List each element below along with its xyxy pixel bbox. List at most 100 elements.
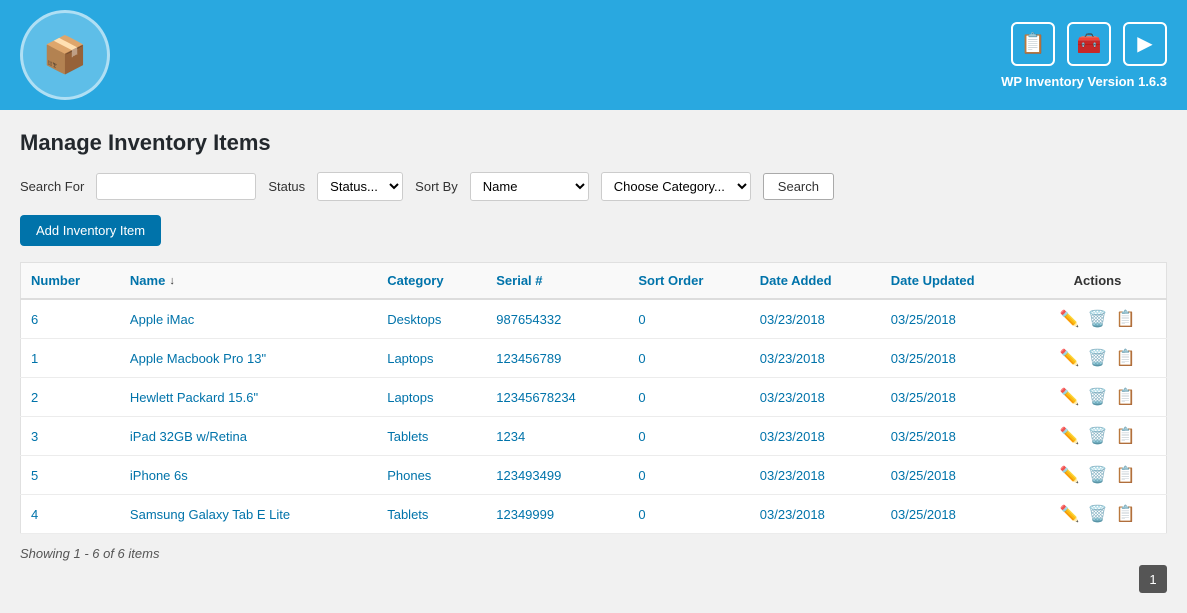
search-input[interactable] bbox=[96, 173, 256, 200]
sort-order-link[interactable]: 0 bbox=[638, 468, 645, 483]
date-added-link[interactable]: 03/23/2018 bbox=[760, 351, 825, 366]
copy-icon[interactable]: 📋 bbox=[1115, 387, 1135, 407]
toolbar: Search For Status Status... Active Inact… bbox=[20, 172, 1167, 201]
col-date-added-link[interactable]: Date Added bbox=[760, 273, 871, 288]
date-added-link[interactable]: 03/23/2018 bbox=[760, 507, 825, 522]
delete-icon[interactable]: 🗑️ bbox=[1088, 465, 1108, 485]
delete-icon[interactable]: 🗑️ bbox=[1088, 348, 1108, 368]
sort-by-select[interactable]: Name Number Category Serial # Sort Order… bbox=[470, 172, 589, 201]
col-sort-order-link[interactable]: Sort Order bbox=[638, 273, 739, 288]
edit-icon[interactable]: ✏️ bbox=[1060, 348, 1080, 368]
col-number-link[interactable]: Number bbox=[31, 273, 110, 288]
add-inventory-button[interactable]: Add Inventory Item bbox=[20, 215, 161, 246]
serial-link[interactable]: 987654332 bbox=[496, 312, 561, 327]
table-row: 2 Hewlett Packard 15.6" Laptops 12345678… bbox=[21, 378, 1167, 417]
category-link[interactable]: Phones bbox=[387, 468, 431, 483]
name-link[interactable]: Samsung Galaxy Tab E Lite bbox=[130, 507, 290, 522]
col-category-link[interactable]: Category bbox=[387, 273, 476, 288]
copy-icon[interactable]: 📋 bbox=[1115, 426, 1135, 446]
date-added-link[interactable]: 03/23/2018 bbox=[760, 468, 825, 483]
cell-name: Apple Macbook Pro 13" bbox=[120, 339, 377, 378]
date-updated-link[interactable]: 03/25/2018 bbox=[891, 429, 956, 444]
cell-sort-order: 0 bbox=[628, 417, 749, 456]
edit-icon[interactable]: ✏️ bbox=[1060, 387, 1080, 407]
page-1-button[interactable]: 1 bbox=[1139, 565, 1167, 593]
medkit-icon[interactable]: 🧰 bbox=[1067, 22, 1111, 66]
category-link[interactable]: Desktops bbox=[387, 312, 441, 327]
cell-actions: ✏️ 🗑️ 📋 bbox=[1029, 339, 1167, 378]
name-link[interactable]: Apple iMac bbox=[130, 312, 194, 327]
date-updated-link[interactable]: 03/25/2018 bbox=[891, 507, 956, 522]
serial-link[interactable]: 123493499 bbox=[496, 468, 561, 483]
number-link[interactable]: 1 bbox=[31, 351, 38, 366]
name-link[interactable]: Hewlett Packard 15.6" bbox=[130, 390, 258, 405]
category-link[interactable]: Laptops bbox=[387, 390, 433, 405]
date-updated-link[interactable]: 03/25/2018 bbox=[891, 312, 956, 327]
serial-link[interactable]: 12345678234 bbox=[496, 390, 576, 405]
date-added-link[interactable]: 03/23/2018 bbox=[760, 312, 825, 327]
date-added-link[interactable]: 03/23/2018 bbox=[760, 390, 825, 405]
number-link[interactable]: 6 bbox=[31, 312, 38, 327]
col-date-updated-link[interactable]: Date Updated bbox=[891, 273, 1019, 288]
cell-serial: 123493499 bbox=[486, 456, 628, 495]
col-name-link[interactable]: Name ↓ bbox=[130, 273, 367, 288]
main-content: Manage Inventory Items Search For Status… bbox=[0, 110, 1187, 581]
delete-icon[interactable]: 🗑️ bbox=[1088, 309, 1108, 329]
edit-icon[interactable]: ✏️ bbox=[1060, 309, 1080, 329]
copy-icon[interactable]: 📋 bbox=[1115, 465, 1135, 485]
copy-icon[interactable]: 📋 bbox=[1115, 504, 1135, 524]
cell-actions: ✏️ 🗑️ 📋 bbox=[1029, 495, 1167, 534]
search-button[interactable]: Search bbox=[763, 173, 834, 200]
copy-icon[interactable]: 📋 bbox=[1115, 309, 1135, 329]
copy-icon[interactable]: 📋 bbox=[1115, 348, 1135, 368]
col-serial: Serial # bbox=[486, 263, 628, 300]
cell-date-added: 03/23/2018 bbox=[750, 299, 881, 339]
table-row: 6 Apple iMac Desktops 987654332 0 03/23/… bbox=[21, 299, 1167, 339]
name-link[interactable]: Apple Macbook Pro 13" bbox=[130, 351, 266, 366]
cell-actions: ✏️ 🗑️ 📋 bbox=[1029, 456, 1167, 495]
number-link[interactable]: 2 bbox=[31, 390, 38, 405]
delete-icon[interactable]: 🗑️ bbox=[1088, 504, 1108, 524]
category-link[interactable]: Tablets bbox=[387, 429, 428, 444]
delete-icon[interactable]: 🗑️ bbox=[1088, 426, 1108, 446]
sort-order-link[interactable]: 0 bbox=[638, 312, 645, 327]
col-name: Name ↓ bbox=[120, 263, 377, 300]
serial-link[interactable]: 1234 bbox=[496, 429, 525, 444]
name-link[interactable]: iPad 32GB w/Retina bbox=[130, 429, 247, 444]
cell-sort-order: 0 bbox=[628, 456, 749, 495]
date-added-link[interactable]: 03/23/2018 bbox=[760, 429, 825, 444]
logo-circle: 📦 bbox=[20, 10, 110, 100]
number-link[interactable]: 5 bbox=[31, 468, 38, 483]
table-row: 5 iPhone 6s Phones 123493499 0 03/23/201… bbox=[21, 456, 1167, 495]
col-serial-link[interactable]: Serial # bbox=[496, 273, 618, 288]
delete-icon[interactable]: 🗑️ bbox=[1088, 387, 1108, 407]
docs-icon[interactable]: 📋 bbox=[1011, 22, 1055, 66]
cell-number: 4 bbox=[21, 495, 120, 534]
date-updated-link[interactable]: 03/25/2018 bbox=[891, 390, 956, 405]
cell-category: Phones bbox=[377, 456, 486, 495]
category-select[interactable]: Choose Category... Desktops Laptops Phon… bbox=[601, 172, 751, 201]
edit-icon[interactable]: ✏️ bbox=[1060, 465, 1080, 485]
version-text: WP Inventory Version 1.6.3 bbox=[1001, 74, 1167, 89]
col-date-added: Date Added bbox=[750, 263, 881, 300]
category-link[interactable]: Tablets bbox=[387, 507, 428, 522]
edit-icon[interactable]: ✏️ bbox=[1060, 504, 1080, 524]
serial-link[interactable]: 123456789 bbox=[496, 351, 561, 366]
number-link[interactable]: 3 bbox=[31, 429, 38, 444]
sort-order-link[interactable]: 0 bbox=[638, 507, 645, 522]
sort-order-link[interactable]: 0 bbox=[638, 390, 645, 405]
date-updated-link[interactable]: 03/25/2018 bbox=[891, 351, 956, 366]
date-updated-link[interactable]: 03/25/2018 bbox=[891, 468, 956, 483]
youtube-icon[interactable]: ▶ bbox=[1123, 22, 1167, 66]
sort-order-link[interactable]: 0 bbox=[638, 429, 645, 444]
sort-order-link[interactable]: 0 bbox=[638, 351, 645, 366]
cell-category: Laptops bbox=[377, 378, 486, 417]
name-link[interactable]: iPhone 6s bbox=[130, 468, 188, 483]
search-for-label: Search For bbox=[20, 179, 84, 194]
serial-link[interactable]: 12349999 bbox=[496, 507, 554, 522]
category-link[interactable]: Laptops bbox=[387, 351, 433, 366]
cell-number: 5 bbox=[21, 456, 120, 495]
status-select[interactable]: Status... Active Inactive bbox=[317, 172, 403, 201]
edit-icon[interactable]: ✏️ bbox=[1060, 426, 1080, 446]
number-link[interactable]: 4 bbox=[31, 507, 38, 522]
